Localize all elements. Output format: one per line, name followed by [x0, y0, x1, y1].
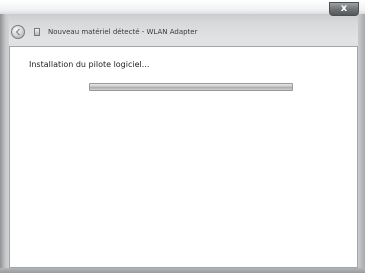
progress-bar-fill: [90, 84, 292, 90]
title-bar: Nouveau matériel détecté - WLAN Adapter: [9, 19, 359, 45]
close-button[interactable]: x: [329, 2, 359, 16]
close-icon: x: [340, 3, 348, 14]
window-top-strip: [0, 0, 365, 14]
window-title: Nouveau matériel détecté - WLAN Adapter: [48, 28, 198, 36]
hardware-device-icon: [34, 28, 40, 36]
window-left-edge: [0, 0, 9, 273]
window-right-edge: [358, 14, 365, 273]
back-button[interactable]: [11, 25, 25, 39]
back-arrow-icon: [15, 28, 20, 36]
status-text: Installation du pilote logiciel...: [29, 60, 150, 69]
dialog-content: Installation du pilote logiciel...: [9, 46, 358, 268]
progress-bar: [89, 83, 293, 91]
window-bottom-edge: [0, 268, 365, 273]
